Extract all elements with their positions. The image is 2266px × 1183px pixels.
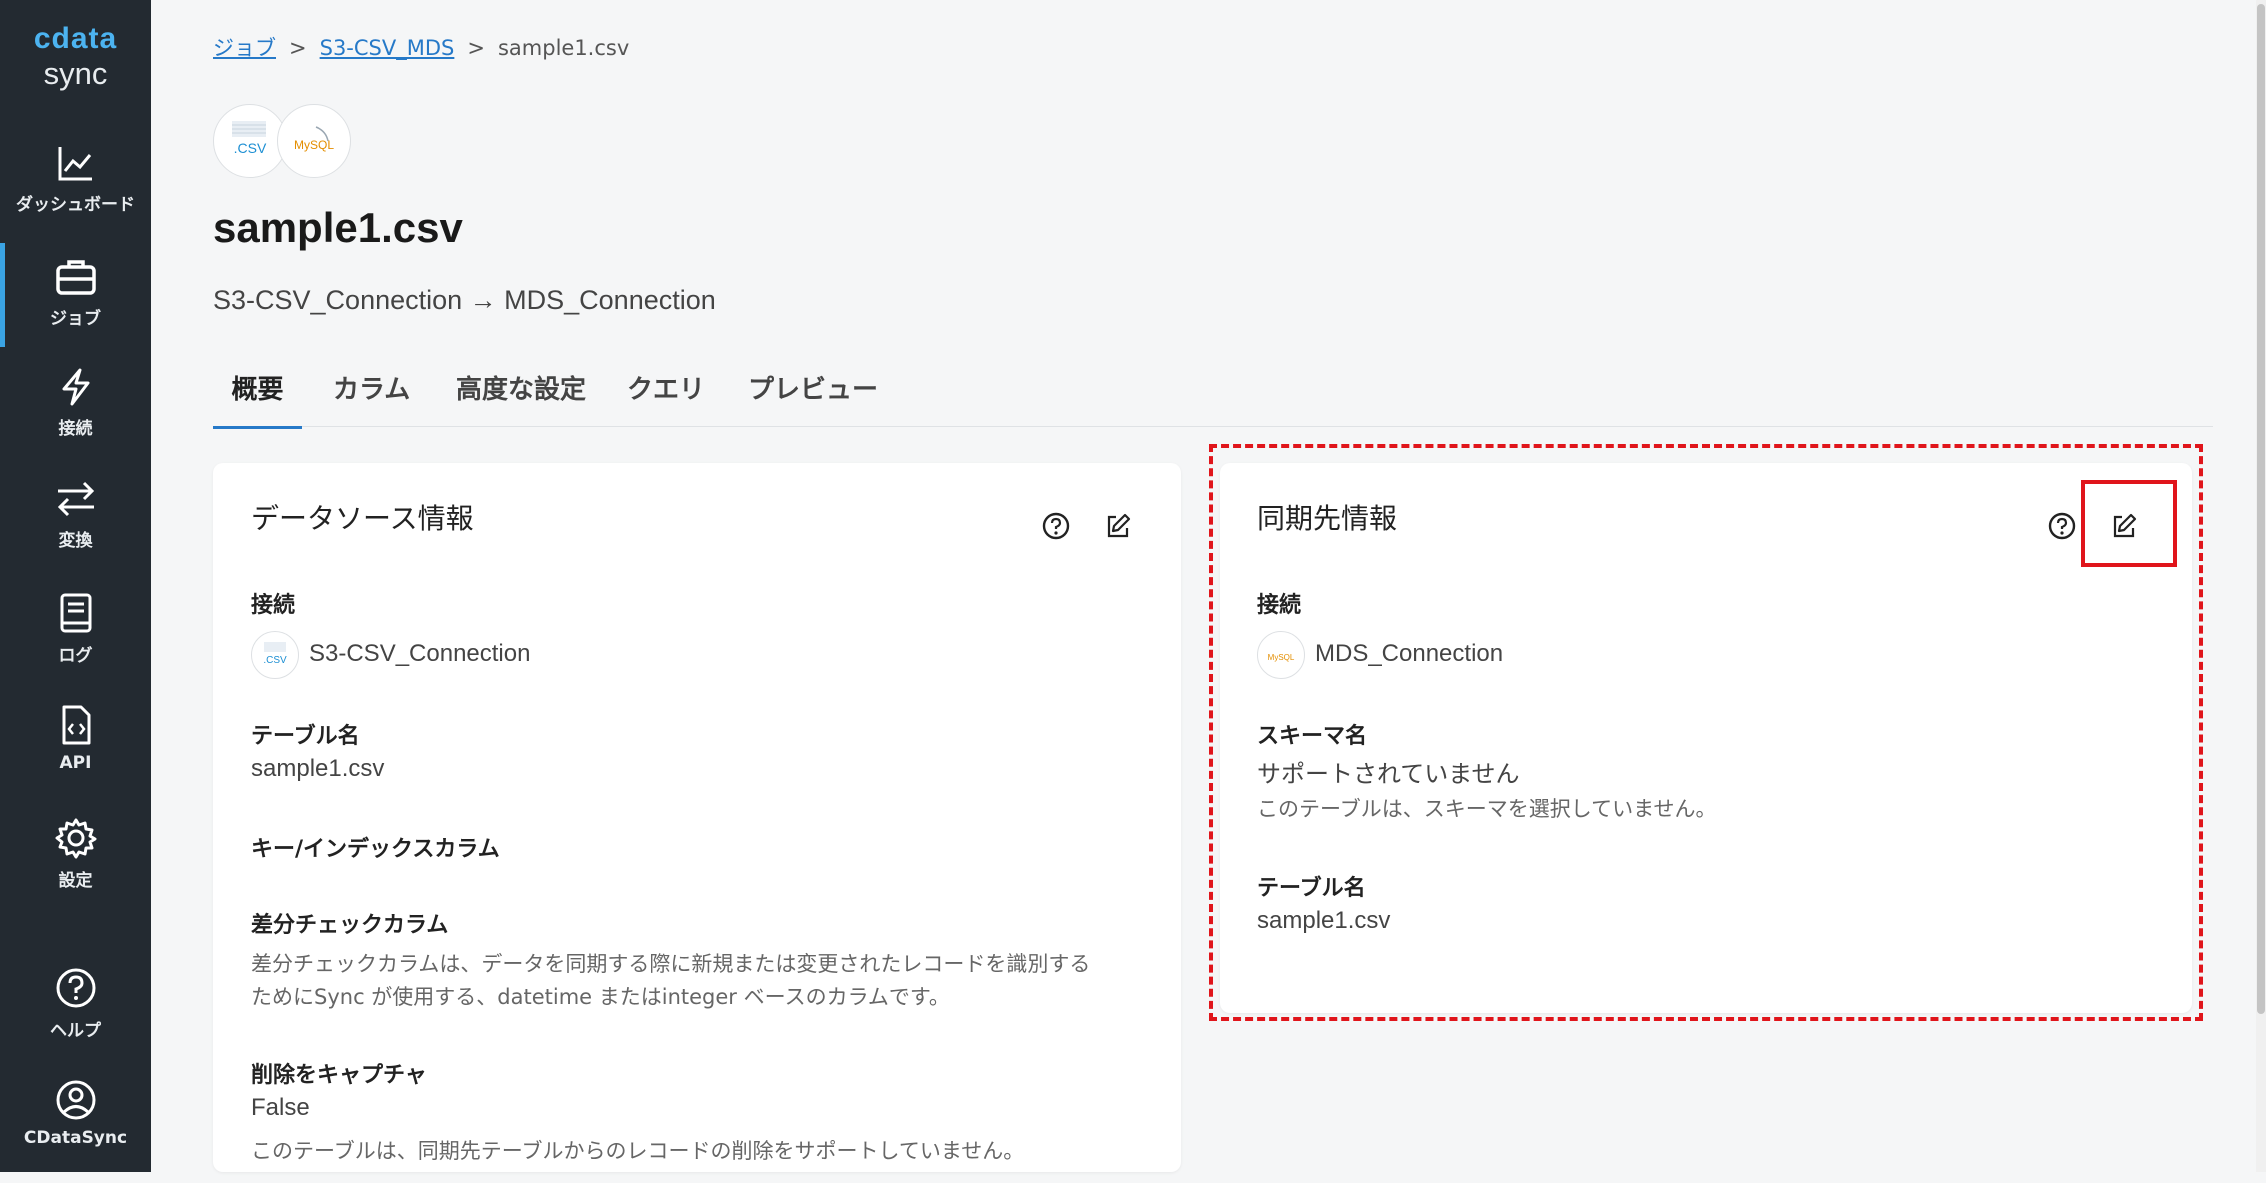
breadcrumb-current: sample1.csv [497,36,630,60]
sidebar-item-label: ジョブ [50,309,101,329]
scrollbar[interactable] [2256,0,2266,1172]
gear-icon [55,818,96,859]
sidebar-item-label: ログ [58,646,93,666]
diff-check-label: 差分チェックカラム [251,913,449,938]
csv-badge-text: .CSV [263,655,287,666]
breadcrumb-job-link[interactable]: S3-CSV_MDS [320,36,455,60]
connection-label: 接続 [251,593,296,618]
logo-sync: sync [43,56,108,91]
destination-highlight-frame [1209,444,2203,1021]
page-title: sample1.csv [213,204,463,251]
sidebar-item-help[interactable]: ヘルプ [0,967,151,1071]
sidebar-item-account[interactable]: CDataSync [0,1079,151,1183]
sidebar-item-label: ヘルプ [50,1021,101,1041]
chart-line-icon [58,147,92,181]
mysql-icon: MySQL [294,126,334,152]
capture-deletes-label: 削除をキャプチャ [251,1063,427,1088]
source-table-value: sample1.csv [251,755,385,782]
source-info-card: データソース情報 接続 .CSV S3-CSV_Connection テーブル名… [213,463,1181,1172]
lightning-icon [62,368,89,406]
key-column-label: キー/インデックスカラム [251,837,500,862]
sidebar-item-label: 設定 [58,871,93,891]
briefcase-icon [55,260,96,295]
csv-file-icon: .CSV [263,642,287,666]
edit-icon[interactable] [1101,509,1135,543]
sidebar-item-logs[interactable]: ログ [0,592,151,696]
tab-advanced[interactable]: 高度な設定 [456,370,586,426]
help-circle-icon [56,968,95,1008]
diff-check-desc-line2: ためにSync が使用する、datetime またはinteger ベースのカラ… [251,985,950,1009]
sidebar-item-transform[interactable]: 変換 [0,479,151,583]
user-circle-icon [56,1080,95,1120]
code-file-icon [62,705,90,745]
tab-overview[interactable]: 概要 [213,370,302,429]
csv-mini-logo: .CSV [251,631,299,679]
capture-deletes-desc: このテーブルは、同期先テーブルからのレコードの削除をサポートしていません。 [251,1139,1025,1163]
sidebar-item-api[interactable]: API [0,704,151,808]
tab-columns[interactable]: カラム [333,370,410,426]
csv-logo: .CSV [213,104,287,178]
mysql-badge-text: MySQL [294,138,334,152]
sidebar-item-label: 接続 [58,419,93,439]
source-card-title: データソース情報 [251,503,474,534]
book-icon [60,593,91,633]
sidebar-item-label: 変換 [58,531,93,551]
csv-file-icon: .CSV [232,121,267,156]
edit-button-highlight-frame [2081,480,2177,567]
tab-query[interactable]: クエリ [627,370,705,426]
scrollbar-thumb[interactable] [2257,4,2265,1014]
sidebar: cdata sync ダッシュボード ジョブ 接続 変換 ログ API 設定 ヘ… [0,0,151,1172]
tab-bar: 概要 カラム 高度な設定 クエリ プレビュー [213,370,2213,429]
diff-check-desc-line1: 差分チェックカラムは、データを同期する際に新規または変更されたレコードを識別する [251,952,1091,976]
sidebar-item-label: ダッシュボード [16,195,135,215]
breadcrumb-jobs-link[interactable]: ジョブ [213,36,276,60]
sidebar-item-label: CDataSync [23,1128,128,1148]
sidebar-item-jobs[interactable]: ジョブ [0,243,151,347]
mysql-logo: MySQL [277,104,351,178]
connection-icons: .CSV MySQL [213,104,363,178]
page-subtitle: S3-CSV_Connection → MDS_Connection [213,285,716,315]
logo-cdata: cdata [33,22,118,55]
arrows-exchange-icon [57,481,94,517]
capture-deletes-value: False [251,1094,310,1121]
breadcrumb: ジョブ > S3-CSV_MDS > sample1.csv [213,32,629,62]
sidebar-item-label: API [59,753,92,773]
table-name-label: テーブル名 [251,724,360,749]
sidebar-item-settings[interactable]: 設定 [0,817,151,921]
help-icon[interactable] [1039,509,1073,543]
sidebar-item-connections[interactable]: 接続 [0,367,151,471]
breadcrumb-separator: > [467,36,485,60]
sidebar-item-dashboard[interactable]: ダッシュボード [0,143,151,247]
tab-preview[interactable]: プレビュー [748,370,878,426]
csv-badge-text: .CSV [234,140,267,156]
app-logo[interactable]: cdata sync [0,22,151,92]
source-connection-value[interactable]: S3-CSV_Connection [309,640,530,668]
breadcrumb-separator: > [289,36,307,60]
